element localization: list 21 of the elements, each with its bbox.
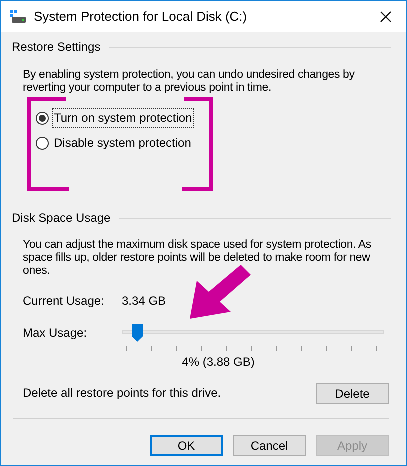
max-usage-slider[interactable] [122,324,384,352]
current-usage-value: 3.34 GB [122,293,166,310]
delete-button[interactable]: Delete [316,383,389,404]
radio-button[interactable] [36,136,49,150]
dialog-button[interactable]: Cancel [233,435,306,456]
arrow-drawing [190,265,251,319]
radio-option[interactable]: Disable system protection [36,134,194,152]
current-usage-label: Current Usage: [23,293,106,310]
delete-description: Delete all restore points for this drive. [23,385,222,402]
group-heading: Restore Settings [12,39,101,56]
group-heading: Disk Space Usage [12,210,111,227]
drive-icon [10,10,26,24]
max-usage-label: Max Usage: [23,325,88,342]
description-text: You can adjust the maximum disk space used for system protection. As space fills up, older restore points will be deleted to make room for new ones. [23,239,372,278]
description-text: By enabling system protection, you can undo undesired changes by reverting your computer to a previous point in time. [23,69,356,95]
close-icon[interactable] [380,10,392,22]
dialog-button[interactable]: OK [150,435,223,456]
radio-button[interactable] [36,112,49,124]
slider-thumb[interactable] [132,324,143,342]
max-usage-reading: 4% (3.88 GB) [182,354,255,371]
window-title: System Protection for Local Disk (C:) [34,8,248,26]
